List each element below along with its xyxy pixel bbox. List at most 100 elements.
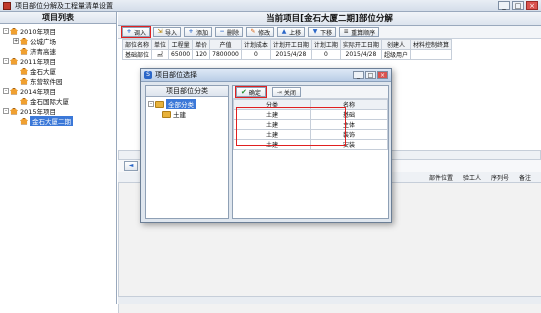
column-header[interactable]: 单价	[192, 39, 211, 50]
arrow-down-icon: ▼	[312, 28, 318, 35]
table-cell: 120	[192, 49, 211, 60]
table-cell: 0	[310, 49, 341, 60]
exit-icon: ⇥	[276, 88, 282, 96]
expand-box-icon[interactable]: +	[13, 38, 19, 44]
table-cell: 基础	[310, 109, 388, 120]
project-tree-item[interactable]: -2014年项目	[0, 86, 116, 96]
plus-icon: +	[188, 28, 194, 35]
dialog-category-title: 项目部位分类	[146, 86, 228, 97]
house-icon	[10, 107, 18, 115]
dialog-title: 项目部位选择	[155, 71, 197, 79]
column-header[interactable]: 单位	[151, 39, 170, 50]
column-header[interactable]: 计划开工日期	[269, 39, 312, 50]
table-cell: 主体	[310, 119, 388, 130]
column-header[interactable]: 名称	[310, 99, 388, 110]
column-header[interactable]: 创建人	[380, 39, 411, 50]
column-header[interactable]: 计划工期	[310, 39, 341, 50]
table-cell: 装饰	[310, 129, 388, 140]
project-tree-item[interactable]: 金石大厦二期	[0, 116, 116, 126]
table-cell: 土建	[233, 119, 311, 130]
table-cell: 2015/4/28	[269, 49, 312, 60]
dialog-table-row[interactable]: 土建 基础	[233, 109, 388, 120]
main-toolbar: + 调入 ⇲ 导入 + 添加 − 删除 ✎ 修改 ▲ 上移 ▼ 下移 ≡ 重算顺序	[118, 26, 541, 39]
column-header[interactable]: 序列号	[491, 173, 509, 182]
import-button[interactable]: ⇲ 导入	[153, 27, 182, 37]
dialog-table-row[interactable]: 土建 装饰	[233, 129, 388, 140]
lower-add-button[interactable]: ◄	[124, 161, 138, 171]
project-tree-item[interactable]: 东营软件园	[0, 76, 116, 86]
column-header[interactable]: 计划成本	[240, 39, 271, 50]
dialog-table-row[interactable]: 土建 主体	[233, 119, 388, 130]
column-header[interactable]: 材料控制终算	[409, 39, 452, 50]
table-cell: 土建	[233, 129, 311, 140]
table-row[interactable]: 基础部位㎡ 65000 120 7800000 0 2015/4/28 0 2015/4/28…	[121, 49, 452, 60]
category-civil[interactable]: 土建	[148, 109, 226, 119]
project-tree: -2010年项目 + 公城广场 济青高速 -2011年项目 金石大厦 东营软件园 -2014年…	[0, 24, 116, 126]
project-tree-item[interactable]: 金石国际大厦	[0, 96, 116, 106]
minimize-button[interactable]: _	[498, 1, 510, 10]
dialog-app-icon: S	[144, 71, 152, 79]
collapse-box-icon[interactable]: -	[3, 58, 9, 64]
project-tree-item[interactable]: -2015年项目	[0, 106, 116, 116]
dialog-minimize-button[interactable]: _	[353, 71, 364, 79]
table-cell	[409, 49, 452, 60]
column-header[interactable]: 验工人	[463, 173, 481, 182]
house-icon	[20, 67, 28, 75]
edit-button[interactable]: ✎ 修改	[246, 27, 275, 37]
dialog-close-button[interactable]: ⇥ 关闭	[271, 87, 301, 97]
house-icon	[20, 77, 28, 85]
project-tree-item[interactable]: 金石大厦	[0, 66, 116, 76]
column-header[interactable]: 部位名称	[121, 39, 153, 50]
load-button[interactable]: + 调入	[120, 26, 152, 38]
collapse-box-icon[interactable]: -	[3, 108, 9, 114]
horizontal-scrollbar[interactable]	[118, 296, 541, 304]
column-header[interactable]: 备注	[519, 173, 531, 182]
collapse-box-icon[interactable]: -	[3, 28, 9, 34]
move-up-button[interactable]: ▲ 上移	[277, 27, 306, 37]
column-header[interactable]: 工程量	[168, 39, 194, 50]
move-down-button[interactable]: ▼ 下移	[308, 27, 337, 37]
column-header[interactable]: 分类	[233, 99, 311, 110]
table-cell: 土建	[233, 109, 311, 120]
collapse-box-icon[interactable]: -	[148, 101, 154, 107]
dialog-toolbar: ✔ 确定 ⇥ 关闭	[233, 86, 388, 99]
table-cell: 2015/4/28	[339, 49, 382, 60]
project-tree-item[interactable]: -2011年项目	[0, 56, 116, 66]
house-icon	[20, 97, 28, 105]
table-cell: 65000	[168, 49, 194, 60]
window-controls: _ □ ×	[498, 1, 538, 10]
table-cell: 安装	[310, 139, 388, 150]
maximize-button[interactable]: □	[512, 1, 524, 10]
column-header[interactable]: 实际开工日期	[339, 39, 382, 50]
project-list-panel: 项目列表 -2010年项目 + 公城广场 济青高速 -2011年项目 金石大厦 东营软件园 -…	[0, 12, 117, 304]
sort-icon: ≡	[343, 28, 349, 35]
add-button[interactable]: + 添加	[184, 27, 213, 37]
column-header[interactable]: 部件位置	[429, 173, 453, 182]
dialog-category-panel: 项目部位分类 - 全部分类 土建	[145, 85, 229, 219]
edit-icon: ✎	[250, 28, 256, 35]
project-tree-item[interactable]: 济青高速	[0, 46, 116, 56]
parts-table: 部位名称 单位 工程量 单价 产值 计划成本 计划开工日期 计划工期 实际开工日期 创建人 材料控制…	[121, 39, 452, 60]
dialog-parts-table: 分类 名称 土建 基础 土建 主体 土建 装饰 土建 安装	[233, 99, 388, 150]
delete-button[interactable]: − 删除	[215, 27, 244, 37]
close-button[interactable]: ×	[526, 1, 538, 10]
part-select-dialog: S 项目部位选择 _ □ × 项目部位分类 - 全部分类 土建 ✔ 确定 ⇥ 关闭	[140, 68, 392, 223]
dialog-titlebar: S 项目部位选择 _ □ ×	[141, 69, 391, 82]
recalc-order-button[interactable]: ≡ 重算顺序	[339, 27, 380, 37]
project-tree-item[interactable]: + 公城广场	[0, 36, 116, 46]
house-icon	[10, 87, 18, 95]
check-icon: ✔	[241, 88, 247, 96]
dialog-table-row[interactable]: 土建 安装	[233, 139, 388, 150]
arrow-left-icon: ◄	[128, 162, 134, 169]
column-header[interactable]: 产值	[209, 39, 242, 50]
dialog-close-x-button[interactable]: ×	[377, 71, 388, 79]
confirm-button[interactable]: ✔ 确定	[235, 86, 267, 98]
dialog-maximize-button[interactable]: □	[365, 71, 376, 79]
minus-icon: −	[219, 28, 225, 35]
category-all[interactable]: - 全部分类	[148, 99, 226, 109]
project-tree-item[interactable]: -2010年项目	[0, 26, 116, 36]
collapse-box-icon[interactable]: -	[3, 88, 9, 94]
house-icon	[10, 57, 18, 65]
house-icon	[20, 117, 28, 125]
parts-table-header: 部位名称 单位 工程量 单价 产值 计划成本 计划开工日期 计划工期 实际开工日期 创建人 材料控制…	[121, 39, 452, 50]
